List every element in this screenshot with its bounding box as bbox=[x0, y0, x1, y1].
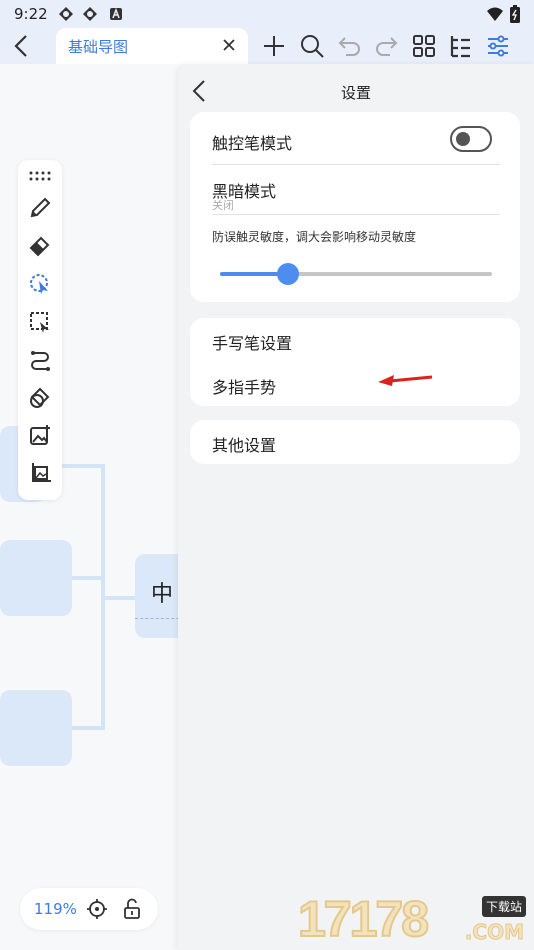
text-notification-icon bbox=[110, 7, 122, 20]
settings-title: 设置 bbox=[340, 84, 371, 102]
document-tab-title: 基础导图 bbox=[68, 38, 129, 56]
drawing-toolbar bbox=[18, 160, 62, 500]
watermark-badge: 下载站 bbox=[481, 896, 526, 917]
stylus-mode-label: 触控笔模式 bbox=[212, 134, 293, 153]
undo-icon[interactable] bbox=[336, 32, 364, 60]
box-select-icon[interactable] bbox=[28, 310, 52, 334]
grid-view-icon[interactable] bbox=[410, 32, 438, 60]
app-notification-icon bbox=[83, 7, 97, 21]
slider-thumb[interactable] bbox=[277, 263, 299, 285]
app-notification-icon bbox=[59, 7, 73, 21]
pen-icon[interactable] bbox=[28, 196, 52, 220]
divider bbox=[212, 214, 500, 215]
add-icon[interactable] bbox=[260, 32, 288, 60]
connector-line bbox=[70, 726, 104, 730]
search-icon[interactable] bbox=[298, 32, 326, 60]
shapes-icon[interactable] bbox=[28, 386, 52, 410]
mindmap-node[interactable] bbox=[0, 540, 72, 616]
zoom-level[interactable]: 119% bbox=[34, 900, 77, 918]
redo-icon[interactable] bbox=[372, 32, 400, 60]
close-icon[interactable] bbox=[220, 36, 238, 54]
central-node-text: 中 bbox=[151, 582, 174, 607]
divider bbox=[212, 164, 500, 165]
annotation-arrow-icon bbox=[378, 375, 433, 386]
wifi-icon bbox=[487, 7, 503, 21]
battery-icon bbox=[510, 5, 520, 23]
dark-mode-value: 关闭 bbox=[212, 199, 234, 212]
other-settings-item[interactable]: 其他设置 bbox=[212, 432, 276, 456]
connector-icon[interactable] bbox=[28, 348, 52, 372]
watermark-number: 17178 bbox=[297, 890, 430, 948]
zoom-bar: 119% bbox=[20, 888, 158, 930]
sensitivity-label: 防误触灵敏度，调大会影响移动灵敏度 bbox=[212, 230, 417, 244]
locate-center-icon[interactable] bbox=[86, 898, 108, 920]
back-arrow-icon[interactable] bbox=[8, 32, 36, 60]
document-tab[interactable]: 基础导图 bbox=[56, 28, 248, 64]
stylus-mode-toggle[interactable] bbox=[450, 126, 492, 152]
settings-card-input: 手写笔设置 多指手势 bbox=[190, 318, 520, 406]
watermark-domain: .COM bbox=[464, 920, 524, 945]
settings-card-general: 触控笔模式 黑暗模式 关闭 防误触灵敏度，调大会影响移动灵敏度 bbox=[190, 112, 520, 302]
connector-line bbox=[101, 596, 139, 600]
crop-image-icon[interactable] bbox=[28, 462, 52, 486]
settings-sliders-icon[interactable] bbox=[484, 32, 512, 60]
settings-card-other: 其他设置 bbox=[190, 420, 520, 464]
eraser-icon[interactable] bbox=[28, 234, 52, 258]
connector-line bbox=[70, 576, 104, 580]
lasso-select-icon[interactable] bbox=[28, 272, 52, 296]
mindmap-node[interactable] bbox=[0, 690, 72, 766]
handwriting-settings-item[interactable]: 手写笔设置 bbox=[212, 330, 292, 354]
insert-image-icon[interactable] bbox=[28, 424, 52, 448]
sensitivity-slider[interactable] bbox=[220, 263, 492, 285]
outline-icon[interactable] bbox=[446, 32, 474, 60]
settings-panel: 设置 触控笔模式 黑暗模式 关闭 防误触灵敏度，调大会影响移动灵敏度 手写笔设置… bbox=[178, 64, 534, 950]
watermark-logo: 17178 下载站 .COM bbox=[297, 888, 528, 950]
toggle-knob bbox=[456, 132, 470, 146]
unlock-icon[interactable] bbox=[122, 898, 144, 920]
status-bar: 9:22 bbox=[0, 0, 534, 28]
multitouch-gestures-item[interactable]: 多指手势 bbox=[212, 374, 276, 398]
top-toolbar: 基础导图 bbox=[0, 28, 534, 64]
more-dots-icon[interactable] bbox=[28, 164, 52, 188]
status-time: 9:22 bbox=[14, 5, 48, 23]
